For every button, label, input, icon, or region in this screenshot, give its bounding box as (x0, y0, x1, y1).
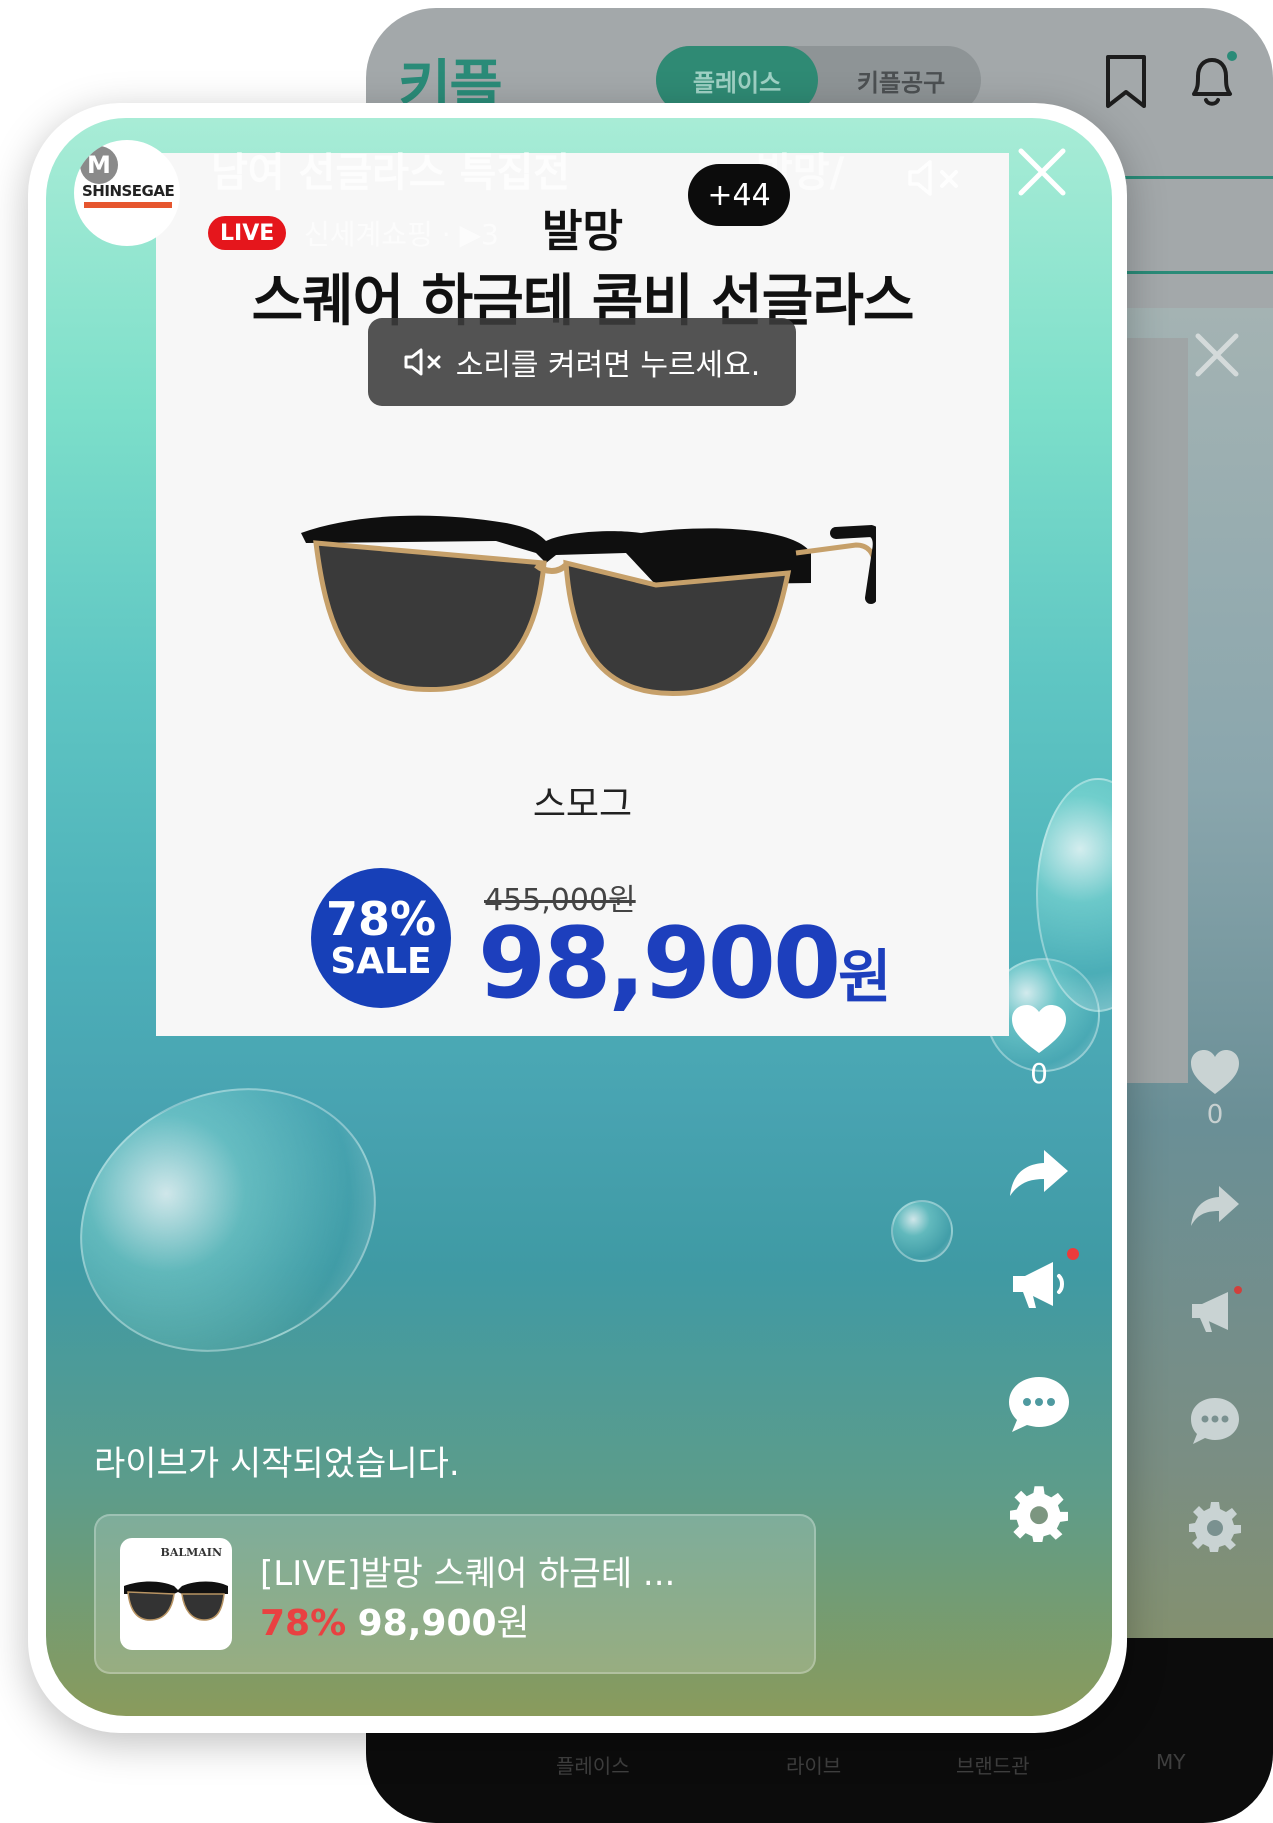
price-amount: 98,900 (357, 1603, 497, 1644)
more-products-button[interactable]: +44 (688, 164, 790, 226)
sound-toast-text: 소리를 켜려면 누르세요. (455, 348, 761, 383)
sale-badge: 78% SALE (311, 868, 451, 1008)
live-title: 남여 선글라스 특집전 (211, 150, 571, 196)
heart-icon[interactable] (1189, 1048, 1241, 1096)
heart-icon[interactable] (1010, 1003, 1068, 1055)
product-color: 스모그 (532, 784, 633, 825)
avatar-brand-text: SHINSEGAE (82, 182, 175, 200)
action-rail: 0 (994, 1003, 1084, 1542)
product-strip-title: [LIVE]발망 스퀘어 하금테 ... (260, 1554, 676, 1594)
bubble-decoration (46, 1040, 420, 1400)
settings-icon[interactable] (1189, 1500, 1241, 1552)
price-unit: 원 (496, 1603, 530, 1644)
close-icon[interactable] (1013, 143, 1071, 201)
notice-button[interactable] (1009, 1248, 1079, 1312)
mute-icon (404, 348, 441, 376)
bell-icon[interactable] (1184, 50, 1240, 112)
sale-price-unit: 원 (838, 943, 891, 1011)
chat-icon[interactable] (1187, 1394, 1243, 1448)
bookmark-icon[interactable] (1104, 54, 1148, 110)
sound-toast[interactable]: 소리를 켜려면 누르세요. (368, 318, 796, 406)
discount-rate: 78% (260, 1603, 347, 1644)
share-icon[interactable] (1008, 1148, 1070, 1198)
share-icon[interactable] (1189, 1184, 1241, 1228)
live-player-screen[interactable]: 발망 스퀘어 하금테 콤비 선글라스 스모그 78% SALE 455,000원… (46, 118, 1112, 1716)
product-strip[interactable]: BALMAIN [LIVE]발망 스퀘어 하금테 ... 78% 98,900원 (94, 1514, 816, 1674)
thumbnail-brand: BALMAIN (160, 1546, 222, 1559)
sunglasses-image (301, 515, 876, 697)
settings-icon[interactable] (1010, 1484, 1068, 1542)
live-badge: LIVE (208, 216, 287, 250)
system-chat-message: 라이브가 시작되었습니다. (94, 1444, 460, 1484)
close-icon[interactable] (1188, 326, 1246, 384)
avatar-letter: M (80, 146, 118, 184)
sale-percent: 78% (325, 891, 437, 946)
channel-avatar[interactable]: M SHINSEGAE (74, 140, 180, 246)
nav-brand[interactable]: 브랜드관 (956, 1750, 1030, 1779)
megaphone-icon[interactable] (1188, 1286, 1242, 1336)
chat-icon[interactable] (1006, 1374, 1072, 1436)
sunglasses-thumbnail (124, 1581, 228, 1621)
sale-price: 98,900원 (478, 907, 892, 1021)
mute-icon[interactable] (906, 158, 968, 198)
megaphone-icon (1013, 1262, 1064, 1308)
nav-my[interactable]: MY (1156, 1750, 1185, 1774)
like-count: 0 (1030, 1057, 1048, 1090)
product-thumbnail: BALMAIN (120, 1538, 232, 1650)
product-card: 발망 스퀘어 하금테 콤비 선글라스 스모그 78% SALE 455,000원… (156, 153, 1009, 1036)
nav-place[interactable]: 플레이스 (556, 1750, 630, 1779)
sale-price-number: 98,900 (478, 907, 841, 1021)
nav-live[interactable]: 라이브 (786, 1750, 841, 1779)
notification-dot (1067, 1248, 1079, 1260)
product-strip-price: 78% 98,900원 (260, 1594, 530, 1646)
bubble-decoration (891, 1200, 953, 1262)
avatar-brand-bar (84, 202, 172, 208)
like-count: 0 (1206, 1100, 1224, 1130)
channel-meta: 신세계쇼핑 · ▶3 (304, 218, 499, 251)
sale-label: SALE (330, 941, 432, 983)
background-action-rail: 0 (1170, 1048, 1260, 1552)
